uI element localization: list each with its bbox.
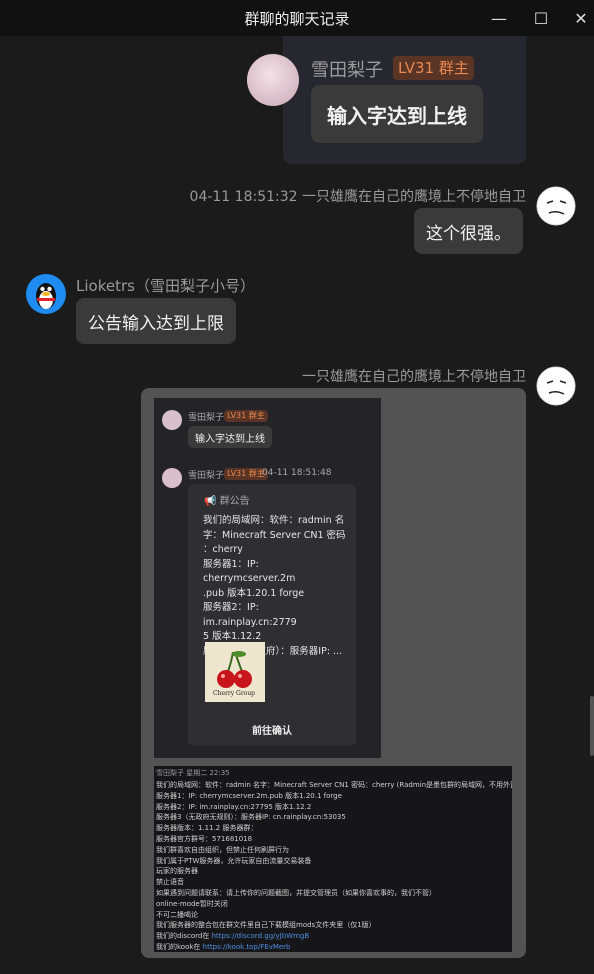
scrollbar[interactable] [590,696,594,756]
role-badge: LV31 群主 [393,56,474,80]
title-bar: 群聊的聊天记录 — ☐ ✕ [0,0,594,36]
quoted-message: 输入字达到上线 [311,85,483,143]
message-bubble: 这个很强。 [414,208,523,254]
announcement-line: 字：Minecraft Server CN1 密码 [203,529,346,541]
announcement-line: 我们的局域网：软件：radmin 名 [203,515,345,526]
avatar[interactable] [536,186,576,226]
announcement-line: 如果遇到问题请联系：请上传你的问题截图，并提交管理员（如果你喜欢事的，我们不管） [156,888,436,897]
announcement-line: 我们的discord在 https://discord.gg/yJbWmgB [156,932,310,941]
announcement-line: .pub 版本1.20.1 forge [203,587,305,599]
announcement-lines: 我们的局域网：软件：radmin 名字：Minecraft Server CN1… [156,780,512,952]
announcement-header: 📢 群公告 [204,492,250,507]
sender-name: Lioketrs（雪田梨子小号） [76,277,255,295]
announcement-card[interactable]: 📢 群公告 我们的局域网：软件：radmin 名字：Minecraft Serv… [188,484,356,746]
message-bubble: 输入字达到上线 [188,426,272,448]
timestamp: 04-11 18:51:32 [189,189,298,205]
sender-name: 雪田梨子 [188,413,225,423]
role-badge: LV31 群主 [224,410,268,422]
announcement-line: 服务器1：IP: cherrymcserver.2m.pub 版本1.20.1 … [156,791,342,800]
confirm-button[interactable]: 前往确认 [188,722,356,737]
announcement-line: ：cherry [203,544,243,555]
announcement-line: 服务器1：IP: cherrymcserver.2m [203,558,296,585]
qq-penguin-avatar[interactable] [26,274,66,314]
avatar[interactable] [536,366,576,406]
announcement-line: 不可二播喝论 [156,910,198,919]
announcement-line: 服务器官方群号：571681018 [156,834,253,843]
sender-avatar[interactable] [247,54,299,106]
cherry-group-image: Cherry Group [205,642,265,702]
announcement-text: 我们的局域网：软件：radmin 名字：Minecraft Server CN1… [203,514,353,659]
announcement-line: 我们的kook在 https://kook.top/FEvMerb [156,942,291,951]
message-bubble: 公告输入达到上限 [76,298,236,344]
forwarded-screenshot-bubble[interactable]: 雪田梨子 LV31 群主 输入字达到上线 雪田梨子 LV31 群主 04-11 … [141,388,526,958]
avatar [162,410,182,430]
close-button[interactable]: ✕ [558,0,594,36]
announcement-line: 玩家的服务器 [156,867,198,876]
sender-name: 一只雄鹰在自己的鹰境上不停地自卫 [302,189,526,205]
announcement-line: 我们群喜欢自由组织，但禁止任何刷屏行为 [156,845,289,854]
link[interactable]: https://kook.top/FEvMerb [203,943,291,951]
link[interactable]: https://discord.gg/yJbWmgB [212,932,310,940]
avatar [162,468,182,488]
image-caption: Cherry Group [213,690,256,697]
screenshot-panel-bottom: 雪田梨子 星期二 22:35 我们的局域网：软件：radmin 名字：Minec… [154,766,512,952]
announcement-title: 群公告 [219,496,250,507]
sender-name: 雪田梨子 [188,471,225,481]
announcement-line: 我们的局域网：软件：radmin 名字：Minecraft Server CN1… [156,781,512,789]
panel-header: 雪田梨子 星期二 22:35 [156,769,230,777]
announcement-line: 我们服务器的整合包在群文件里自己下载模组mods文件夹里（仅1版） [156,921,376,930]
announcement-line: 禁止语音 [156,878,184,887]
window-title: 群聊的聊天记录 [244,9,350,28]
sender-name: 一只雄鹰在自己的鹰境上不停地自卫 [302,369,526,385]
quoted-sender: 雪田梨子 [311,60,383,81]
announcement-line: 服务器2：IP: im.rainplay.cn:2779 [203,602,297,628]
announcement-line: 服务器2：IP: im.rainplay.cn:27795 版本1.12.2 [156,802,312,811]
timestamp: 04-11 18:51:48 [262,468,332,478]
announcement-line: 服务器版本：1.11.2 服务器群： [156,824,258,833]
chat-area[interactable]: 雪田梨子 LV31 群主 输入字达到上线 04-11 18:51:32 一只雄鹰… [0,36,594,974]
announcement-line: online-mode暂时关闭 [156,899,228,908]
announcement-line: 服务器3（无政府无规则）：服务器IP: cn.rainplay.cn:53035 [156,813,346,822]
megaphone-icon: 📢 [204,496,217,507]
screenshot-panel-top: 雪田梨子 LV31 群主 输入字达到上线 雪田梨子 LV31 群主 04-11 … [154,398,381,758]
minimize-button[interactable]: — [476,0,522,36]
message-meta: 04-11 18:51:32 一只雄鹰在自己的鹰境上不停地自卫 [190,186,526,206]
announcement-line: 我们属于PTW服务器，允许玩家自由流量交易装备 [156,856,312,865]
